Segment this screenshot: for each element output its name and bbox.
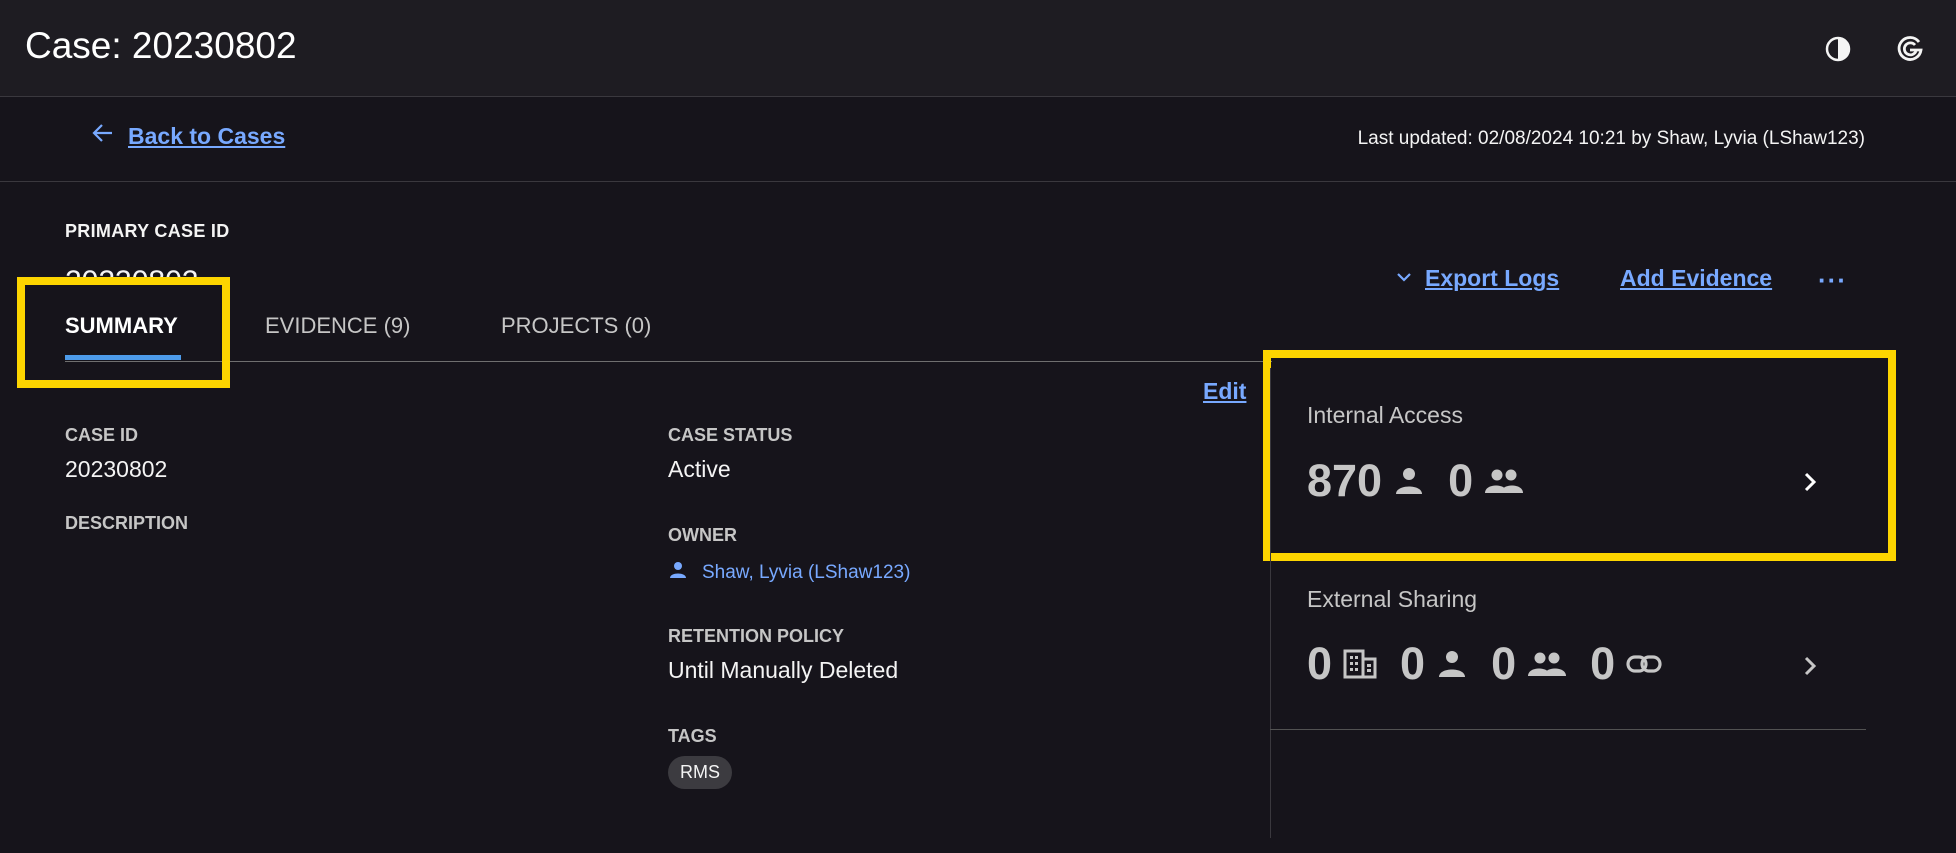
tab-projects[interactable]: PROJECTS (0) — [501, 313, 651, 339]
account-g-icon[interactable] — [1891, 30, 1929, 68]
retention-policy-label: RETENTION POLICY — [668, 626, 845, 646]
export-logs-label[interactable]: Export Logs — [1425, 265, 1559, 292]
top-bar: Case: 20230802 — [0, 0, 1956, 97]
external-sharing-chevron-right-icon[interactable] — [1795, 651, 1825, 681]
add-evidence-label[interactable]: Add Evidence — [1620, 265, 1772, 292]
owner-link[interactable]: Shaw, Lyvia (LShaw123) — [668, 560, 910, 586]
description-label: DESCRIPTION — [65, 513, 189, 533]
user-icon — [668, 560, 688, 586]
retention-policy-value: Until Manually Deleted — [668, 657, 899, 683]
arrow-left-icon — [92, 122, 114, 150]
internal-access-title: Internal Access — [1307, 402, 1463, 428]
back-to-cases-link[interactable]: Back to Cases — [92, 122, 285, 150]
external-groups-count: 0 — [1491, 638, 1517, 689]
external-users-count: 0 — [1400, 638, 1426, 689]
internal-users-count: 870 — [1307, 455, 1383, 506]
group-icon — [1526, 647, 1568, 681]
last-updated-text: Last updated: 02/08/2024 10:21 by Shaw, … — [1357, 128, 1865, 149]
internal-access-stats: 870 0 — [1307, 455, 1547, 507]
chevron-down-icon — [1395, 265, 1413, 292]
back-to-cases-label[interactable]: Back to Cases — [128, 123, 285, 150]
link-icon — [1625, 649, 1663, 679]
building-icon — [1342, 647, 1378, 681]
contrast-icon[interactable] — [1819, 30, 1857, 68]
case-id-label: CASE ID — [65, 425, 139, 445]
add-evidence-button[interactable]: Add Evidence — [1620, 265, 1772, 292]
tab-evidence[interactable]: EVIDENCE (9) — [265, 313, 410, 339]
tags-label: TAGS — [668, 726, 717, 746]
overflow-menu-button[interactable]: ··· — [1818, 265, 1847, 296]
tab-list: SUMMARY EVIDENCE (9) PROJECTS (0) — [65, 305, 1272, 362]
group-icon — [1483, 464, 1525, 498]
edit-button[interactable]: Edit — [1203, 378, 1246, 405]
tag-chip: RMS — [668, 756, 732, 789]
primary-case-id-label: PRIMARY CASE ID — [65, 221, 230, 241]
owner-label: OWNER — [668, 525, 737, 545]
internal-access-chevron-right-icon[interactable] — [1795, 467, 1825, 497]
export-logs-button[interactable]: Export Logs — [1395, 265, 1559, 292]
case-id-value: 20230802 — [65, 456, 168, 482]
case-status-label: CASE STATUS — [668, 425, 793, 445]
page-title: Case: 20230802 — [25, 25, 297, 66]
external-sharing-stats: 0 0 0 0 — [1307, 638, 1685, 690]
internal-groups-count: 0 — [1448, 455, 1474, 506]
external-sharing-title: External Sharing — [1307, 586, 1478, 612]
external-orgs-count: 0 — [1307, 638, 1333, 689]
user-icon — [1435, 647, 1469, 681]
case-status-value: Active — [668, 456, 731, 482]
external-sharing-divider — [1270, 729, 1866, 730]
external-links-count: 0 — [1590, 638, 1616, 689]
user-icon — [1392, 464, 1426, 498]
panel-divider — [1270, 368, 1271, 838]
owner-value[interactable]: Shaw, Lyvia (LShaw123) — [702, 562, 910, 584]
summary-highlight-box — [17, 277, 230, 388]
